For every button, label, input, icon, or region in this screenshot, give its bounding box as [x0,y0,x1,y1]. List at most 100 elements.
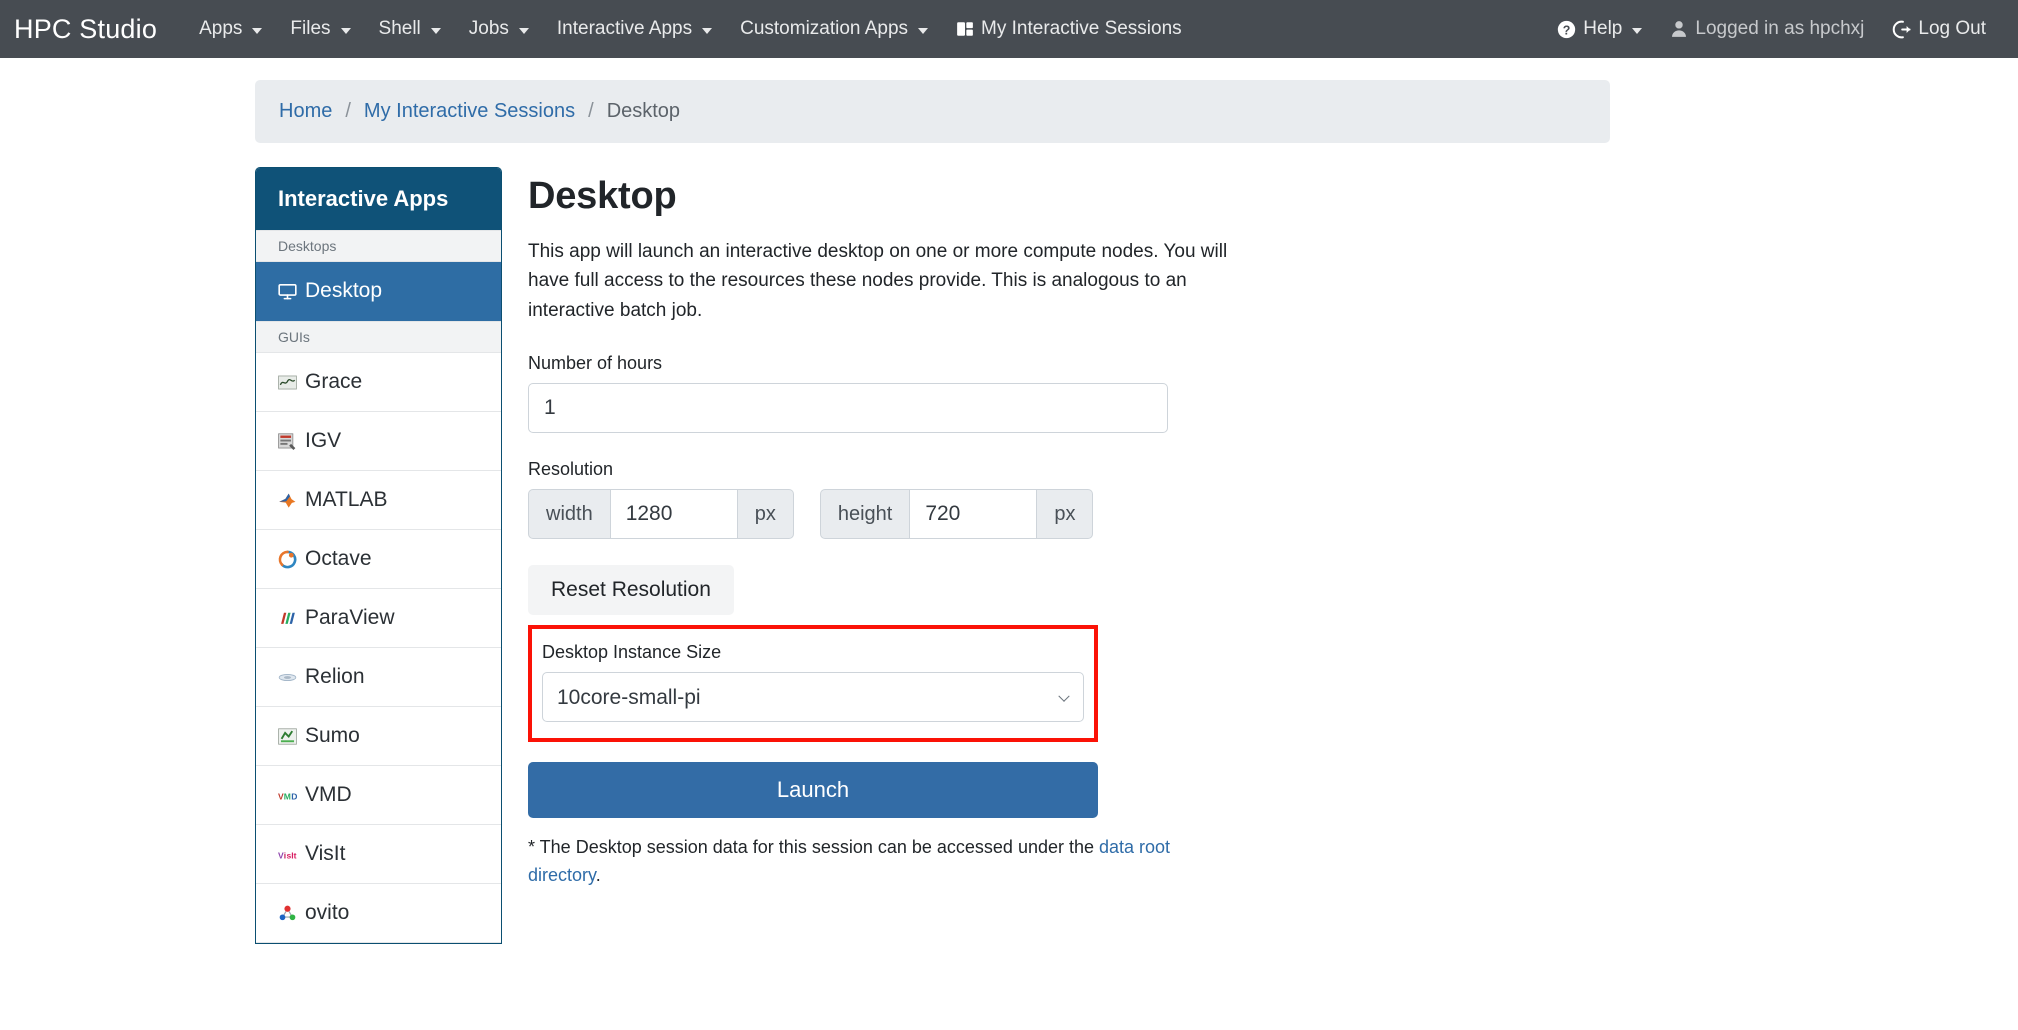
top-navbar: HPC Studio Apps Files Shell Jobs Interac… [0,0,2018,58]
relion-icon [278,668,297,687]
sidebar-item-paraview[interactable]: ParaView [256,589,501,648]
vmd-icon: V M D [278,786,297,805]
brand-logo[interactable]: HPC Studio [14,14,157,45]
chevron-down-icon [340,28,351,34]
reset-resolution-button[interactable]: Reset Resolution [528,565,734,616]
page-body: Home / My Interactive Sessions / Desktop… [0,58,2018,944]
resolution-field-group: Resolution width px height px [528,459,1570,540]
nav-item-shell-label: Shell [378,18,421,39]
octave-icon [278,550,297,569]
nav-item-customization-apps[interactable]: Customization Apps [726,12,942,46]
nav-item-interactive-apps-label: Interactive Apps [556,18,693,39]
sidebar-item-visit[interactable]: V i sIt VisIt [256,825,501,884]
windows-stack-icon [956,20,974,38]
nav-item-log-out[interactable]: Log Out [1878,12,2000,46]
sidebar-item-igv-label: IGV [305,429,342,452]
svg-text:D: D [291,791,297,801]
paraview-icon [278,609,297,628]
nav-item-my-interactive-sessions[interactable]: My Interactive Sessions [942,12,1196,46]
sidebar-item-grace-label: Grace [305,370,363,393]
sidebar-item-ovito[interactable]: ovito [256,884,501,943]
desktop-instance-size-label: Desktop Instance Size [542,642,722,663]
nav-item-apps[interactable]: Apps [185,12,276,46]
breadcrumb-my-interactive-sessions[interactable]: My Interactive Sessions [364,100,575,123]
sumo-icon [278,727,297,746]
sidebar-item-relion[interactable]: Relion [256,648,501,707]
chevron-down-icon [702,28,713,34]
hours-field-group: Number of hours [528,353,1570,434]
sidebar-item-vmd-label: VMD [305,783,352,806]
sidebar-group-label-desktops: Desktops [256,230,501,262]
height-unit-label: px [1037,489,1094,540]
sidebar-item-sumo[interactable]: Sumo [256,707,501,766]
breadcrumb: Home / My Interactive Sessions / Desktop [255,80,1610,143]
sidebar-item-sumo-label: Sumo [305,724,360,747]
content-container: Home / My Interactive Sessions / Desktop… [255,80,1610,944]
sidebar-item-ovito-label: ovito [305,901,350,924]
nav-item-help-label: Help [1583,18,1623,39]
sidebar-item-visit-label: VisIt [305,842,346,865]
sidebar-item-vmd[interactable]: V M D VMD [256,766,501,825]
desktop-instance-size-select-wrap: 10core-small-pi [542,672,1084,723]
nav-item-files[interactable]: Files [276,12,364,46]
sidebar-header: Interactive Apps [256,168,501,230]
visit-icon: V i sIt [278,845,297,864]
height-input-group: height px [819,489,1094,540]
height-addon-label: height [819,489,910,540]
app-description: This app will launch an interactive desk… [528,241,1228,321]
desktop-instance-size-highlight: Desktop Instance Size 10core-small-pi [528,625,1098,743]
hours-input[interactable] [528,383,1168,434]
resolution-label: Resolution [528,459,614,480]
main-row: Interactive Apps Desktops Desktop GUIs G… [255,167,1610,944]
sidebar-column: Interactive Apps Desktops Desktop GUIs G… [255,167,502,944]
page-title: Desktop [528,175,677,217]
nav-item-logged-in-user[interactable]: Logged in as hpchxj [1656,12,1878,46]
sidebar-item-octave[interactable]: Octave [256,530,501,589]
main-column: Desktop This app will launch an interact… [502,167,1610,944]
breadcrumb-current: Desktop [606,100,681,122]
svg-text:sIt: sIt [287,850,297,860]
user-icon [1670,20,1688,38]
height-input[interactable] [909,489,1038,540]
nav-item-log-out-label: Log Out [1918,18,1986,39]
igv-icon [278,432,297,451]
interactive-apps-card: Interactive Apps Desktops Desktop GUIs G… [255,167,502,944]
width-input[interactable] [609,489,738,540]
resolution-inputs-row: width px height px [528,489,1570,540]
launch-button[interactable]: Launch [528,762,1098,819]
monitor-icon [278,282,297,301]
nav-item-my-interactive-sessions-label: My Interactive Sessions [981,18,1182,39]
grace-icon [278,373,297,392]
sidebar-item-grace[interactable]: Grace [256,353,501,412]
hours-label: Number of hours [528,353,663,374]
nav-item-apps-label: Apps [199,18,243,39]
footnote-prefix: * The Desktop session data for this sess… [528,837,1099,858]
footnote-suffix: . [595,865,601,886]
nav-item-interactive-apps[interactable]: Interactive Apps [543,12,726,46]
sidebar-item-octave-label: Octave [305,547,372,570]
nav-item-files-label: Files [290,18,331,39]
desktop-instance-size-select[interactable]: 10core-small-pi [542,672,1084,723]
ovito-icon [278,904,297,923]
breadcrumb-separator: / [588,100,594,122]
nav-item-customization-apps-label: Customization Apps [740,18,909,39]
breadcrumb-home[interactable]: Home [279,100,332,123]
matlab-icon [278,491,297,510]
logout-icon [1892,20,1911,39]
nav-item-shell[interactable]: Shell [365,12,455,46]
nav-item-help[interactable]: ? Help [1543,12,1656,46]
width-input-group: width px [528,489,794,540]
sidebar-item-paraview-label: ParaView [305,606,395,629]
sidebar-item-matlab-label: MATLAB [305,488,388,511]
sidebar-item-desktop[interactable]: Desktop [256,262,501,321]
question-circle-icon: ? [1557,20,1576,39]
sidebar-item-desktop-label: Desktop [305,279,383,302]
svg-text:?: ? [1563,23,1571,37]
nav-item-jobs[interactable]: Jobs [455,12,543,46]
session-data-footnote: * The Desktop session data for this sess… [528,834,1188,890]
nav-item-logged-in-user-label: Logged in as hpchxj [1695,18,1865,39]
nav-item-jobs-label: Jobs [468,18,509,39]
sidebar-item-igv[interactable]: IGV [256,412,501,471]
sidebar-item-matlab[interactable]: MATLAB [256,471,501,530]
chevron-down-icon [430,28,441,34]
